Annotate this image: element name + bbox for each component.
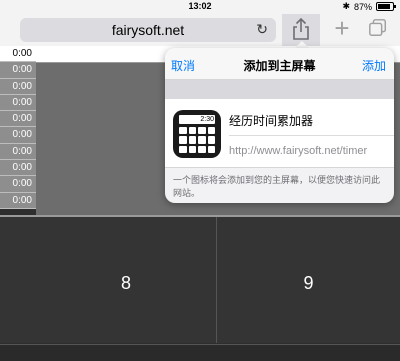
time-row: 0:00	[0, 111, 36, 128]
grid-cell[interactable]: 9	[217, 217, 400, 343]
time-row: 0:00	[0, 160, 36, 177]
app-url: http://www.fairysoft.net/timer	[229, 145, 368, 157]
time-row: 0:00	[0, 176, 36, 193]
share-icon[interactable]	[289, 17, 313, 41]
calculator-app-icon: 2:30	[173, 110, 221, 158]
bluetooth-icon: ✱	[342, 1, 350, 11]
battery-icon	[376, 2, 396, 11]
battery-percent: 87%	[353, 1, 372, 12]
time-column: 0:00 0:00 0:00 0:00 0:00 0:00 0:00 0:00 …	[0, 46, 36, 209]
add-button[interactable]: 添加	[362, 57, 386, 74]
tabs-icon[interactable]	[368, 18, 388, 38]
time-row: 0:00	[0, 78, 36, 95]
app-name-field[interactable]: 经历时间累加器	[229, 112, 313, 129]
grid-cell-label: 8	[120, 273, 131, 293]
popover-title: 添加到主屏幕	[243, 59, 316, 73]
app-icon-display: 2:30	[179, 115, 215, 124]
number-grid: 8 9	[0, 217, 400, 360]
popover-header: 取消 添加到主屏幕 添加	[165, 48, 394, 80]
add-to-home-popover: 取消 添加到主屏幕 添加 2:30 经历时间累加器 http://www.fai…	[165, 48, 394, 203]
grid-cell[interactable]: 8	[36, 217, 217, 343]
grid-cell[interactable]	[0, 217, 37, 343]
time-row: 0:00	[0, 94, 36, 112]
popover-app-info: 2:30 经历时间累加器 http://www.fairysoft.net/ti…	[165, 99, 394, 168]
time-row: 0:00	[0, 143, 36, 161]
grid-bottom-row	[0, 344, 400, 361]
plus-icon[interactable]: +	[330, 15, 354, 43]
status-bar: 13:02 ✱ 87%	[0, 0, 400, 14]
popover-footer-text: 一个图标将会添加到您的主屏幕，以便您快速访问此网站。	[173, 175, 381, 198]
url-text: fairysoft.net	[111, 22, 185, 38]
reload-icon[interactable]: ↻	[256, 21, 268, 38]
time-row: 0:00	[0, 62, 36, 79]
time-row: 0:00	[0, 127, 36, 144]
battery-level	[378, 4, 391, 9]
app-info-divider	[229, 135, 394, 136]
app-icon-keys	[179, 127, 215, 153]
popover-spacer	[165, 80, 394, 99]
status-right: ✱ 87%	[342, 1, 396, 12]
time-row: 0:00	[0, 46, 36, 63]
address-bar[interactable]: fairysoft.net ↻	[20, 18, 276, 42]
time-row: 0:00	[0, 192, 36, 209]
grid-cell-label: 9	[303, 273, 314, 293]
clock: 13:02	[188, 1, 212, 11]
